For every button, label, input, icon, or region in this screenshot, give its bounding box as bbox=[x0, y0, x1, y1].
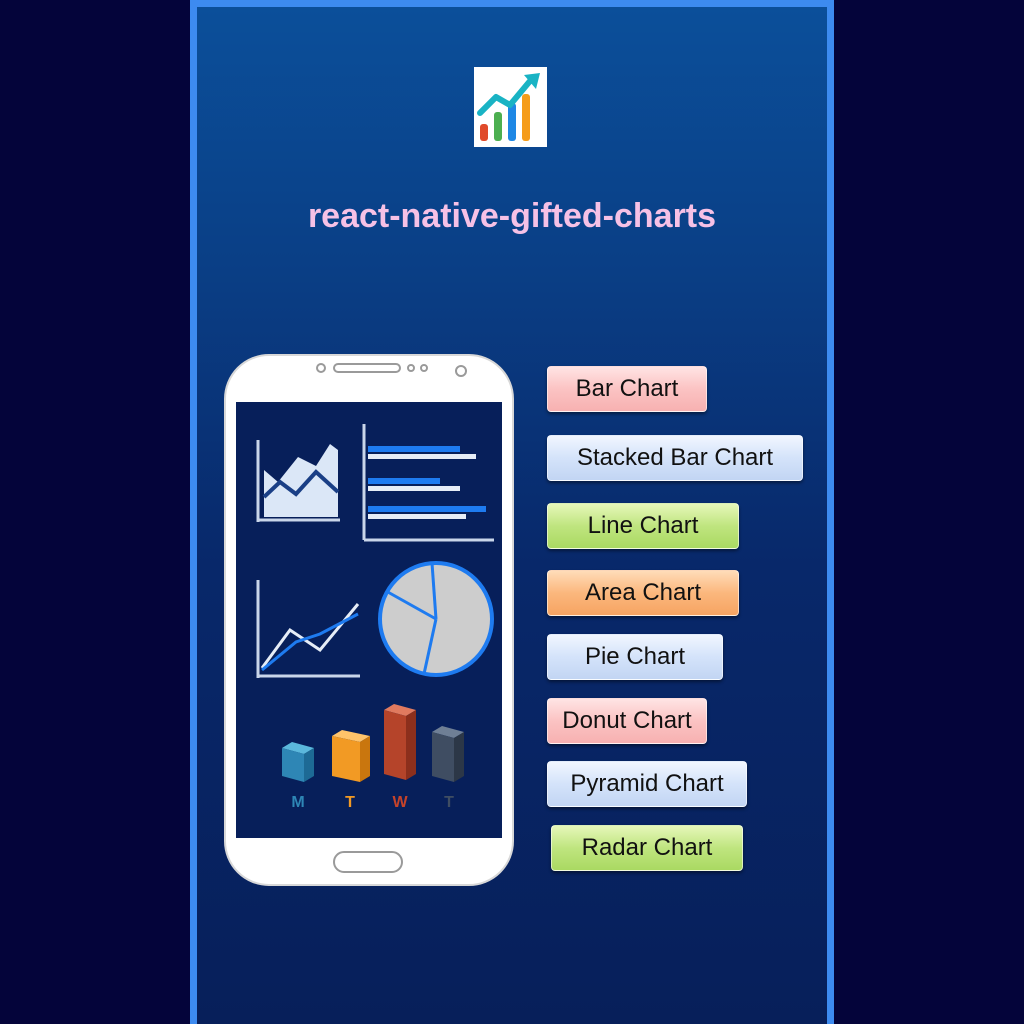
pie-chart-icon bbox=[378, 561, 494, 677]
day-label-m: M bbox=[291, 794, 304, 811]
line-chart-icon bbox=[256, 580, 360, 678]
day-label-t: T bbox=[345, 794, 355, 811]
day-label-t2: T bbox=[444, 794, 454, 811]
bar-chart-button[interactable]: Bar Chart bbox=[547, 366, 707, 412]
stacked-bar-chart-button[interactable]: Stacked Bar Chart bbox=[547, 435, 803, 481]
radar-chart-button[interactable]: Radar Chart bbox=[551, 825, 743, 871]
area-chart-icon bbox=[256, 440, 340, 522]
chart-logo-icon bbox=[477, 73, 540, 141]
app-logo bbox=[474, 67, 547, 147]
pie-chart-button[interactable]: Pie Chart bbox=[547, 634, 723, 680]
page-title: react-native-gifted-charts bbox=[307, 197, 717, 235]
donut-chart-button[interactable]: Donut Chart bbox=[547, 698, 707, 744]
column-chart-3d-icon bbox=[282, 704, 464, 782]
charts-illustration: M T W T bbox=[256, 424, 494, 811]
day-label-w: W bbox=[392, 794, 408, 811]
horizontal-bar-chart-icon bbox=[362, 424, 494, 542]
pyramid-chart-button[interactable]: Pyramid Chart bbox=[547, 761, 747, 807]
area-chart-button[interactable]: Area Chart bbox=[547, 570, 739, 616]
line-chart-button[interactable]: Line Chart bbox=[547, 503, 739, 549]
